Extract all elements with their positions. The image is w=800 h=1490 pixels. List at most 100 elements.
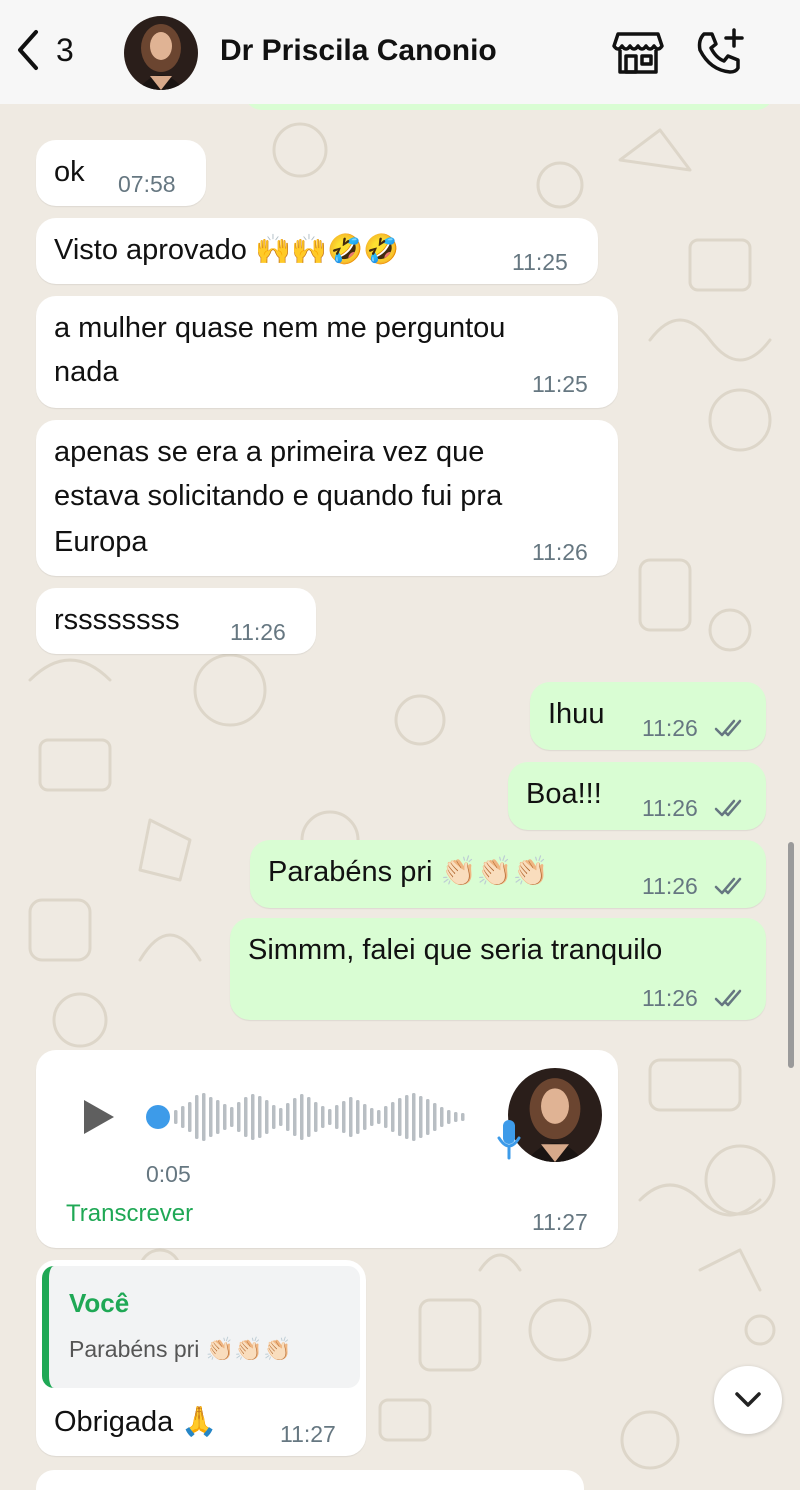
- message-text-line: Europa: [54, 526, 148, 558]
- waveform-bar: [447, 1110, 451, 1124]
- waveform-bar: [300, 1094, 304, 1140]
- read-ticks-icon: [714, 877, 742, 895]
- waveform-bar: [293, 1098, 297, 1136]
- waveform-bar: [286, 1103, 290, 1131]
- waveform-bar: [265, 1100, 269, 1134]
- message-text: ok: [54, 156, 85, 188]
- waveform-bar: [426, 1099, 430, 1135]
- waveform-bar: [237, 1102, 241, 1132]
- message-time: 11:26: [642, 873, 698, 899]
- unread-count: 3: [56, 31, 74, 68]
- contact-avatar[interactable]: [124, 16, 198, 90]
- message-bubble-outgoing[interactable]: Ihuu 11:26: [530, 682, 766, 750]
- waveform-bar: [244, 1097, 248, 1137]
- next-message-bubble: [36, 1470, 584, 1490]
- waveform-bar: [356, 1100, 360, 1134]
- waveform-bar: [202, 1093, 206, 1141]
- waveform-bar: [461, 1113, 465, 1121]
- waveform-bar: [195, 1095, 199, 1139]
- play-icon[interactable]: [82, 1098, 116, 1136]
- waveform-bar: [272, 1105, 276, 1129]
- message-text-line: estava solicitando e quando fui pra: [54, 480, 503, 512]
- waveform-bar: [335, 1105, 339, 1129]
- waveform-bar: [251, 1094, 255, 1140]
- waveform-bar: [363, 1104, 367, 1130]
- message-bubble-incoming[interactable]: a mulher quase nem me perguntou nada 11:…: [36, 296, 618, 408]
- back-chevron-icon: [18, 30, 38, 70]
- message-text-line: nada: [54, 356, 119, 388]
- add-call-icon[interactable]: [694, 26, 746, 78]
- message-bubble-incoming[interactable]: apenas se era a primeira vez que estava …: [36, 420, 618, 576]
- message-bubble-incoming[interactable]: rssssssss 11:26: [36, 588, 316, 654]
- waveform-bar: [419, 1096, 423, 1138]
- message-time: 11:26: [532, 539, 588, 565]
- transcribe-link[interactable]: Transcrever: [66, 1200, 193, 1228]
- waveform-bar: [454, 1112, 458, 1122]
- message-text: Visto aprovado 🙌🙌🤣🤣: [54, 234, 400, 266]
- waveform-bar: [377, 1110, 381, 1124]
- message-time: 07:58: [118, 171, 176, 197]
- voice-duration: 0:05: [146, 1161, 191, 1187]
- scroll-to-bottom-button[interactable]: [714, 1366, 782, 1434]
- message-text: Simmm, falei que seria tranquilo: [248, 934, 663, 966]
- waveform-bar: [314, 1102, 318, 1132]
- message-bubble-outgoing[interactable]: Boa!!! 11:26: [508, 762, 766, 830]
- chat-header: 3 Dr Priscila Canonio: [0, 0, 800, 104]
- read-ticks-icon: [714, 799, 742, 817]
- waveform-bar: [412, 1093, 416, 1141]
- message-bubble-incoming[interactable]: ok 07:58: [36, 140, 206, 206]
- contact-name[interactable]: Dr Priscila Canonio: [220, 34, 497, 68]
- waveform-bar: [258, 1096, 262, 1138]
- waveform-bar: [188, 1102, 192, 1132]
- waveform-bar: [405, 1095, 409, 1139]
- waveform-bar: [223, 1104, 227, 1130]
- message-time: 11:26: [642, 715, 698, 741]
- message-text: Ihuu: [548, 698, 605, 730]
- message-text-line: a mulher quase nem me perguntou: [54, 312, 506, 344]
- read-ticks-icon: [714, 719, 742, 737]
- quoted-author: Você: [69, 1288, 130, 1318]
- sender-avatar: [508, 1068, 602, 1162]
- waveform-bar: [370, 1108, 374, 1126]
- scrollbar[interactable]: [788, 842, 794, 1068]
- reply-message-bubble[interactable]: Você Parabéns pri 👏🏻👏🏻👏🏻 Obrigada 🙏 11:2…: [36, 1260, 366, 1456]
- message-text: rssssssss: [54, 604, 180, 636]
- message-time: 11:26: [230, 619, 286, 645]
- waveform-bar: [384, 1106, 388, 1128]
- message-text: Obrigada 🙏: [54, 1406, 218, 1438]
- waveform-bar: [328, 1109, 332, 1125]
- message-time: 11:25: [512, 249, 568, 275]
- waveform-bar: [279, 1108, 283, 1126]
- waveform-bar: [398, 1098, 402, 1136]
- store-icon[interactable]: [612, 30, 664, 76]
- message-bubble-outgoing[interactable]: Parabéns pri 👏🏻👏🏻👏🏻 11:26: [250, 840, 766, 908]
- waveform-bar: [209, 1097, 213, 1137]
- voice-message-bubble[interactable]: 0:05 Transcrever 11:27: [36, 1050, 618, 1248]
- message-text: Boa!!!: [526, 778, 602, 810]
- message-time: 11:27: [532, 1209, 588, 1235]
- waveform-bar: [174, 1110, 178, 1124]
- message-text-line: apenas se era a primeira vez que: [54, 436, 485, 468]
- chevron-down-icon: [735, 1392, 761, 1407]
- message-time: 11:25: [532, 371, 588, 397]
- back-button[interactable]: 3: [14, 28, 74, 72]
- message-time: 11:26: [642, 985, 698, 1011]
- quoted-text: Parabéns pri 👏🏻👏🏻👏🏻: [69, 1336, 292, 1362]
- waveform-bar: [321, 1106, 325, 1128]
- waveform-bar: [230, 1107, 234, 1127]
- audio-waveform[interactable]: [144, 1090, 474, 1144]
- waveform-bar: [391, 1102, 395, 1132]
- message-time: 11:26: [642, 795, 698, 821]
- read-ticks-icon: [714, 989, 742, 1007]
- microphone-icon: [497, 1120, 521, 1160]
- waveform-bar: [433, 1103, 437, 1131]
- avatar-image: [124, 16, 198, 90]
- waveform-bar: [307, 1097, 311, 1137]
- message-text: Parabéns pri 👏🏻👏🏻👏🏻: [268, 856, 549, 888]
- waveform-bar: [181, 1106, 185, 1128]
- waveform-bar: [216, 1100, 220, 1134]
- quoted-message[interactable]: Você Parabéns pri 👏🏻👏🏻👏🏻: [42, 1266, 360, 1388]
- message-bubble-outgoing[interactable]: Simmm, falei que seria tranquilo 11:26: [230, 918, 766, 1020]
- waveform-bar: [342, 1101, 346, 1133]
- message-bubble-incoming[interactable]: Visto aprovado 🙌🙌🤣🤣 11:25: [36, 218, 598, 284]
